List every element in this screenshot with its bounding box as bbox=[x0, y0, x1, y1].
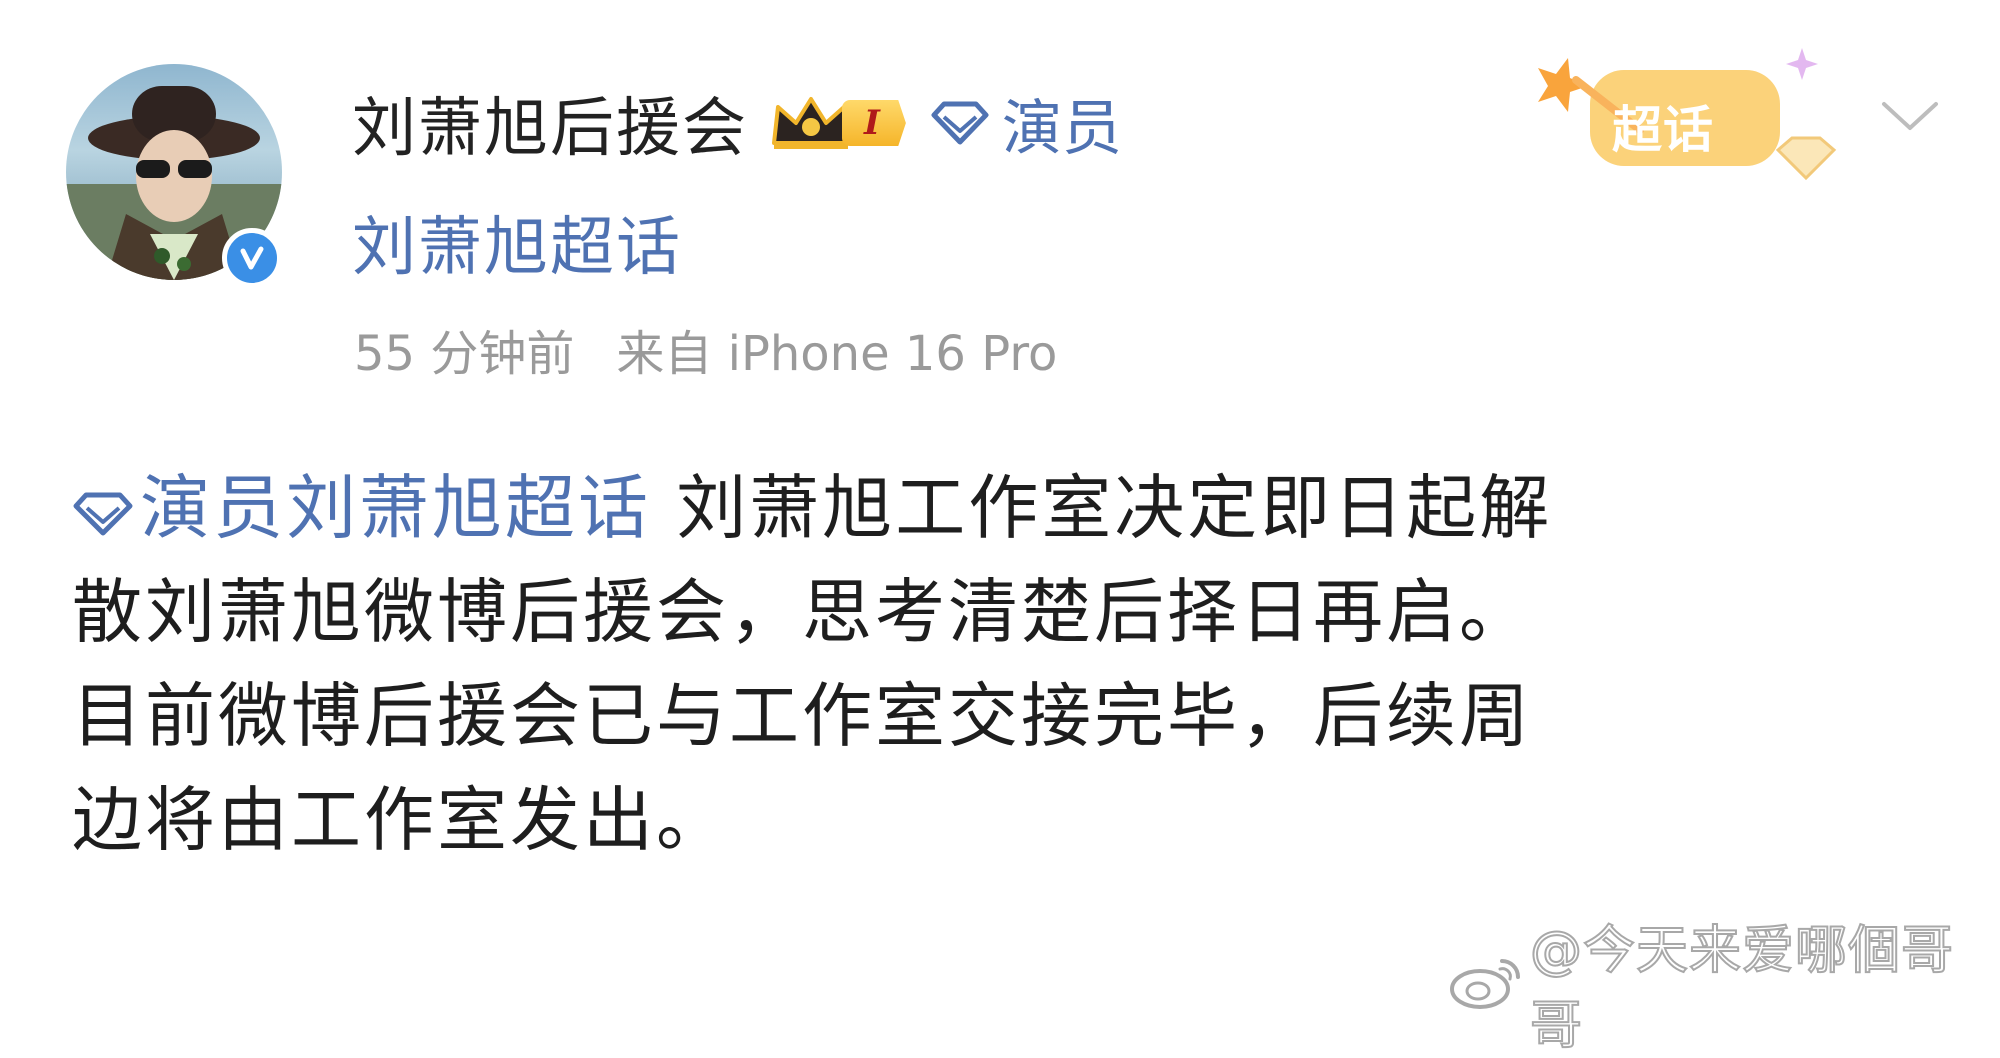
author-name[interactable]: 刘萧旭后援会 bbox=[352, 77, 748, 169]
post-source: 来自 iPhone 16 Pro bbox=[616, 326, 1058, 382]
weibo-post: 刘萧旭后援会 I 演员 刘萧旭超话 55 分钟前 来自 iPhone 16 Pr… bbox=[0, 0, 2000, 1057]
supertopic-badge-label: 超话 bbox=[1612, 101, 1714, 159]
watermark-text: @今天来爱哪個哥哥 bbox=[1529, 920, 1955, 1057]
supertopic-link[interactable]: 刘萧旭超话 bbox=[352, 196, 682, 288]
supertopic-badge[interactable]: 超话 bbox=[1530, 40, 1840, 190]
post-time: 55 分钟前 bbox=[354, 326, 575, 382]
fan-level-badge[interactable]: I bbox=[768, 91, 906, 155]
role-label: 演员 bbox=[1001, 93, 1122, 164]
fan-level-label: I bbox=[842, 100, 906, 146]
crown-icon bbox=[768, 93, 854, 153]
post-body-line: 边将由工作室发出。 bbox=[72, 779, 729, 861]
chevron-down-icon[interactable] bbox=[1878, 96, 1942, 136]
role-tag[interactable]: 演员 bbox=[930, 80, 1122, 167]
post-meta: 55 分钟前 来自 iPhone 16 Pro bbox=[354, 314, 1057, 384]
inline-supertopic-link[interactable]: 演员刘萧旭超话 bbox=[72, 467, 651, 549]
post-body-line: 散刘萧旭微博后援会，思考清楚后择日再启。 bbox=[72, 571, 1532, 653]
post-body: 演员刘萧旭超话 刘萧旭工作室决定即日起解 散刘萧旭微博后援会，思考清楚后择日再启… bbox=[72, 456, 1932, 872]
watermark: @今天来爱哪個哥哥 bbox=[1448, 920, 2000, 1057]
author-row: 刘萧旭后援会 I 演员 bbox=[352, 78, 1122, 168]
post-body-text: 刘萧旭工作室决定即日起解 bbox=[651, 467, 1553, 549]
verified-v-icon bbox=[240, 246, 264, 270]
inline-supertopic-label: 演员刘萧旭超话 bbox=[140, 467, 651, 549]
diamond-icon bbox=[72, 492, 134, 536]
post-body-line: 演员刘萧旭超话 刘萧旭工作室决定即日起解 bbox=[72, 456, 1932, 560]
post-body-line: 目前微博后援会已与工作室交接完毕，后续周 bbox=[72, 675, 1532, 757]
weibo-logo-icon bbox=[1448, 953, 1524, 1013]
verified-badge bbox=[222, 228, 282, 288]
diamond-icon bbox=[930, 101, 990, 145]
